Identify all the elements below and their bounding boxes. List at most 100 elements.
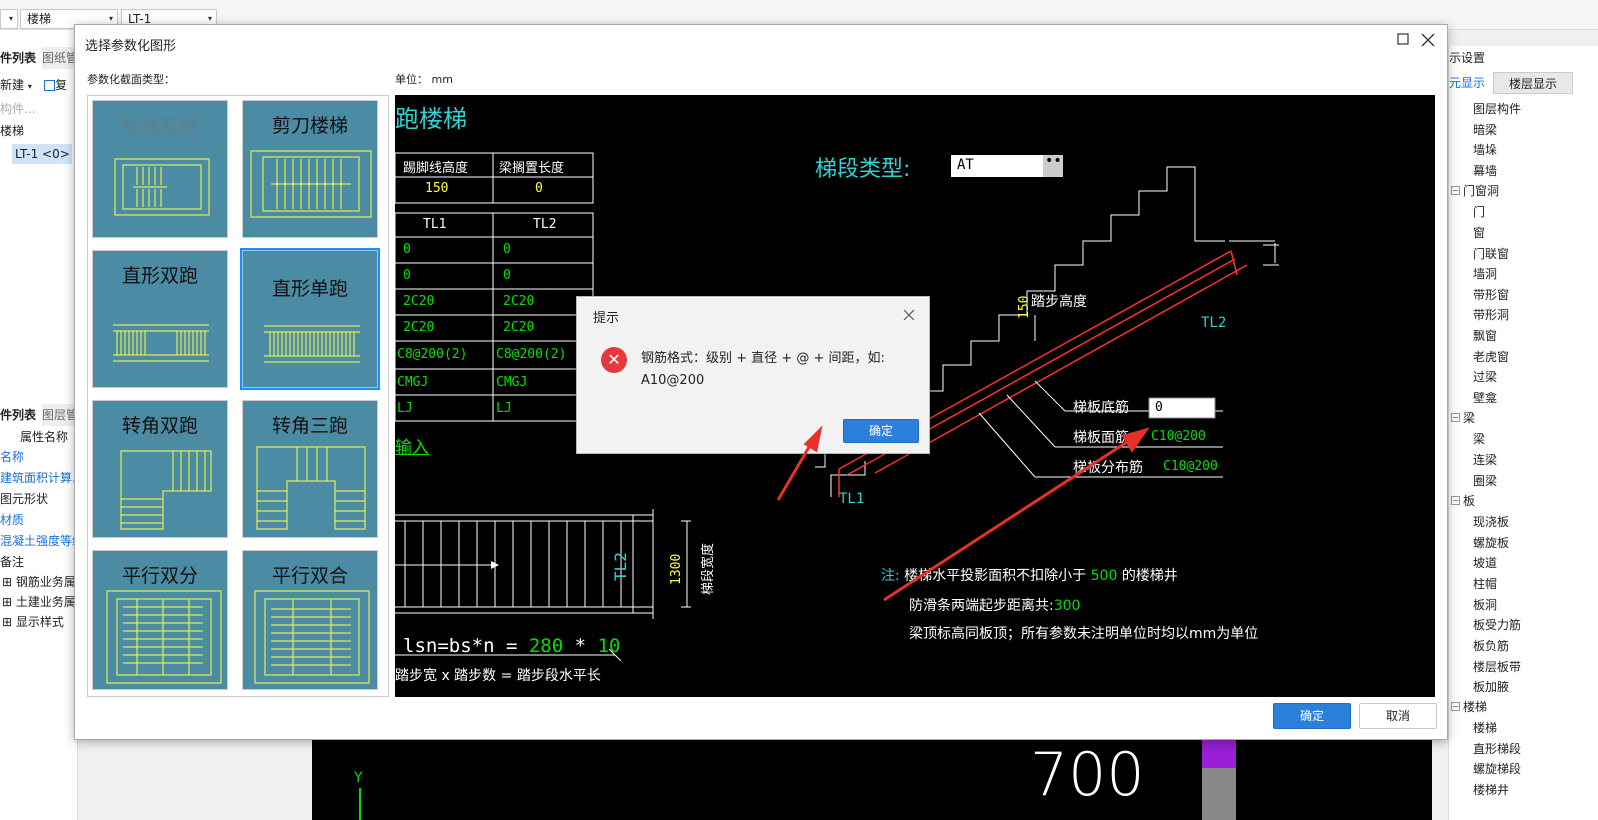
note-value[interactable]: 500 <box>1091 568 1118 584</box>
new-button[interactable]: 新建 ▾ <box>0 76 32 93</box>
tl1-cell[interactable]: 0 <box>403 242 411 257</box>
shape-scissor-stair[interactable]: 剪刀楼梯 <box>242 100 378 238</box>
tl2-cell[interactable]: CMGJ <box>496 375 527 390</box>
confirm-button[interactable]: 确定 <box>1273 703 1351 729</box>
tl1-cell[interactable]: LJ <box>397 401 413 416</box>
kick-height-value[interactable]: 150 <box>425 181 448 196</box>
layer-item[interactable]: 飘窗 <box>1473 327 1497 344</box>
tab-component-list-2[interactable]: 件列表 <box>0 404 40 426</box>
top-bar-value[interactable]: C10@200 <box>1151 429 1206 444</box>
layer-item[interactable]: 连梁 <box>1473 451 1497 468</box>
layer-item[interactable]: 楼层板带 <box>1473 658 1521 675</box>
segment-type-input[interactable]: AT <box>957 157 974 173</box>
prop-area[interactable]: 建筑面积计算... <box>0 469 77 486</box>
layer-item[interactable]: 板洞 <box>1473 596 1497 613</box>
tab-layer-manage[interactable]: 图层管 <box>42 404 77 426</box>
tab-element-display[interactable]: 元显示 <box>1449 72 1493 94</box>
tl1-cell[interactable]: 0 <box>403 268 411 283</box>
shape-straight-double[interactable]: 直形双跑 <box>92 250 228 388</box>
prop-rebar-group[interactable]: ⊞ 钢筋业务属 <box>2 573 76 590</box>
tl2-cell[interactable]: 2C20 <box>503 320 534 335</box>
layer-item[interactable]: 板加腋 <box>1473 678 1509 695</box>
prop-civil-group[interactable]: ⊞ 土建业务属 <box>2 593 76 610</box>
cancel-button[interactable]: 取消 <box>1359 703 1437 729</box>
layer-group[interactable]: 板 <box>1463 492 1475 509</box>
maximize-icon[interactable] <box>1397 33 1411 47</box>
layer-item[interactable]: 楼梯 <box>1473 719 1497 736</box>
shape-corner-triple[interactable]: 转角三跑 <box>242 400 378 538</box>
layer-item[interactable]: 直形梯段 <box>1473 740 1521 757</box>
step-width-value[interactable]: 280 <box>529 635 563 657</box>
tree-root-stair[interactable]: 楼梯 <box>0 122 24 139</box>
hint-ok-button[interactable]: 确定 <box>843 419 919 443</box>
shape-parallel-split[interactable]: 平行双分 <box>92 550 228 690</box>
tl1-cell[interactable]: 2C20 <box>403 294 434 309</box>
layer-item[interactable]: 现浇板 <box>1473 513 1509 530</box>
note-value[interactable]: 300 <box>1054 598 1081 614</box>
tl2-cell[interactable]: 2C20 <box>503 294 534 309</box>
collapse-icon[interactable]: − <box>1451 413 1460 422</box>
layer-item[interactable]: 螺旋板 <box>1473 534 1509 551</box>
tl2-cell[interactable]: 0 <box>503 242 511 257</box>
layer-item[interactable]: 图层构件 <box>1473 100 1521 117</box>
layer-item[interactable]: 墙垛 <box>1473 141 1497 158</box>
collapse-icon[interactable]: − <box>1451 702 1460 711</box>
tl1-cell[interactable]: CMGJ <box>397 375 428 390</box>
collapse-icon[interactable]: − <box>1451 186 1460 195</box>
prop-remark[interactable]: 备注 <box>0 553 24 570</box>
layer-item[interactable]: 过梁 <box>1473 368 1497 385</box>
bottom-bar-input[interactable]: 0 <box>1155 400 1163 415</box>
tab-component-list[interactable]: 件列表 <box>0 47 40 69</box>
search-input[interactable]: 构件... <box>0 100 35 117</box>
collapse-icon[interactable]: − <box>1451 496 1460 505</box>
tree-item-lt1[interactable]: LT-1 <0> <box>12 144 72 164</box>
layer-item[interactable]: 老虎窗 <box>1473 348 1509 365</box>
layer-item[interactable]: 幕墙 <box>1473 162 1497 179</box>
tl1-cell[interactable]: C8@200(2) <box>397 347 467 362</box>
close-icon[interactable] <box>1421 29 1439 49</box>
layer-item[interactable]: 楼梯井 <box>1473 781 1509 798</box>
prop-material[interactable]: 材质 <box>0 511 24 528</box>
more-icon[interactable]: ••• <box>1045 153 1070 169</box>
shape-corner-double[interactable]: 转角双跑 <box>92 400 228 538</box>
prop-concrete[interactable]: 混凝土强度等级 <box>0 532 77 549</box>
prop-display-group[interactable]: ⊞ 显示样式 <box>2 613 64 630</box>
layer-group[interactable]: 楼梯 <box>1463 698 1487 715</box>
tab-floor-display[interactable]: 楼层显示 <box>1493 72 1573 94</box>
tl1-cell[interactable]: 2C20 <box>403 320 434 335</box>
input-link[interactable]: 输入 <box>395 433 429 458</box>
layer-item[interactable]: 坡道 <box>1473 554 1497 571</box>
shape-straight-single[interactable]: 直形单跑 <box>240 248 380 390</box>
close-icon[interactable] <box>903 303 915 325</box>
layer-item[interactable]: 柱帽 <box>1473 575 1497 592</box>
prop-name[interactable]: 名称 <box>0 448 24 465</box>
shape-parallel-merge[interactable]: 平行双合 <box>242 550 378 690</box>
tl2-cell[interactable]: C8@200(2) <box>496 347 566 362</box>
layer-item[interactable]: 圈梁 <box>1473 472 1497 489</box>
plan-width-value[interactable]: 1300 <box>669 554 684 585</box>
background-cad-canvas[interactable]: 700 Y <box>312 740 1432 820</box>
layer-item[interactable]: 梁 <box>1473 430 1485 447</box>
prop-shape[interactable]: 图元形状 <box>0 490 48 507</box>
layer-item[interactable]: 壁龛 <box>1473 389 1497 406</box>
layer-item[interactable]: 板受力筋 <box>1473 616 1521 633</box>
layer-item[interactable]: 门联窗 <box>1473 245 1509 262</box>
tab-drawing-manage[interactable]: 图纸管 <box>42 47 77 69</box>
layer-item[interactable]: 板负筋 <box>1473 637 1509 654</box>
beam-length-value[interactable]: 0 <box>535 181 543 196</box>
layer-item[interactable]: 暗梁 <box>1473 121 1497 138</box>
layer-group[interactable]: 门窗洞 <box>1463 182 1499 199</box>
layer-item[interactable]: 带形洞 <box>1473 306 1509 323</box>
layer-group[interactable]: 梁 <box>1463 409 1475 426</box>
combo-left-stub[interactable]: ▾ <box>0 9 18 29</box>
layer-item[interactable]: 窗 <box>1473 224 1485 241</box>
tl2-cell[interactable]: 0 <box>503 268 511 283</box>
layer-item[interactable]: 螺旋梯段 <box>1473 760 1521 777</box>
tl2-cell[interactable]: LJ <box>496 401 512 416</box>
dist-bar-value[interactable]: C10@200 <box>1163 459 1218 474</box>
step-count-value[interactable]: 10 <box>598 635 621 657</box>
step-height-value[interactable]: 150 <box>1017 296 1032 319</box>
layer-item[interactable]: 带形窗 <box>1473 286 1509 303</box>
layer-item[interactable]: 门 <box>1473 203 1485 220</box>
layer-item[interactable]: 墙洞 <box>1473 265 1497 282</box>
